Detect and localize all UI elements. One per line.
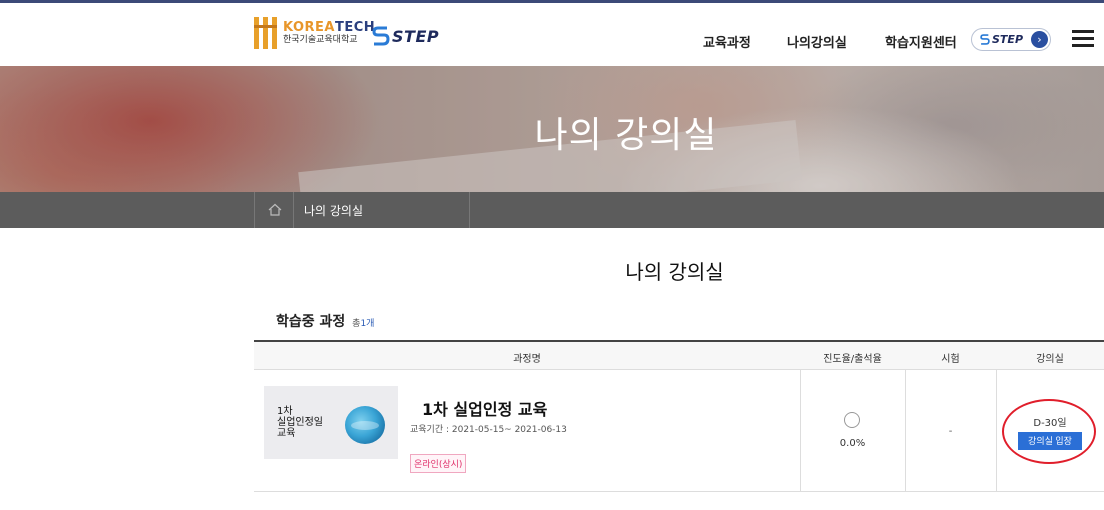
course-table: 과정명 진도율/출석율 시험 강의실 1차 실업인정일 교육 1차 실업인정 교… [254,340,1104,492]
highlight-annotation-circle [1002,399,1096,464]
thumbnail-text: 1차 실업인정일 교육 [277,406,323,439]
chevron-right-icon: › [1031,31,1048,48]
nav-courses[interactable]: 교육과정 [703,32,751,51]
breadcrumb: 나의 강의실 [0,192,1104,228]
course-type-badge: 온라인(상시) [410,454,467,473]
section-title: 학습중 과정 총1개 [276,311,374,331]
step-link-button[interactable]: STEP › [971,28,1051,51]
step-button-label: STEP [992,33,1024,46]
logo-ko: 한국기술교육대학교 [283,35,358,45]
step-logo[interactable]: STEP [372,25,439,47]
logo-en-tech: TECH [335,20,376,35]
breadcrumb-home[interactable] [254,192,294,228]
page-title: 나의 강의실 [625,260,724,284]
progress-value: 0.0% [839,438,866,449]
progress-circle-icon [844,412,860,428]
nav-my-classroom[interactable]: 나의강의실 [787,32,847,51]
step-s-small-icon [980,34,990,45]
table-header-row: 과정명 진도율/출석율 시험 강의실 [254,342,1104,370]
section-title-text: 학습중 과정 [276,314,346,330]
course-thumbnail[interactable]: 1차 실업인정일 교육 [264,386,398,459]
header-exam: 시험 [941,354,960,365]
hero-banner: 나의 강의실 [0,66,1104,192]
logo-en-korea: KOREA [283,20,335,35]
table-row: 1차 실업인정일 교육 1차 실업인정 교육 교육기간 : 2021-05-15… [254,370,1104,492]
koreatech-logo[interactable]: KOREATECH 한국기술교육대학교 [254,17,375,49]
exam-value: - [948,426,953,437]
breadcrumb-divider [469,192,470,228]
nav-learning-support[interactable]: 학습지원센터 [885,32,957,51]
koreatech-logo-text: KOREATECH 한국기술교육대학교 [283,21,375,45]
banner-title: 나의 강의실 [534,115,718,156]
course-name[interactable]: 1차 실업인정 교육 [422,396,547,420]
header-classroom: 강의실 [1036,354,1064,365]
header-course-name: 과정명 [513,354,541,365]
step-s-icon [372,26,390,46]
header-progress: 진도율/출석율 [823,354,882,365]
column-divider [800,370,801,492]
step-logo-text: STEP [392,26,440,46]
section-count-value: 1개 [360,319,375,329]
logo-en: KOREATECH [283,21,375,34]
column-divider [996,370,997,492]
breadcrumb-current[interactable]: 나의 강의실 [304,202,363,219]
koreatech-emblem-icon [254,17,278,49]
home-icon [268,203,282,216]
menu-hamburger-icon[interactable] [1072,30,1094,48]
course-period: 교육기간 : 2021-05-15~ 2021-06-13 [410,425,567,435]
globe-icon [345,406,385,444]
site-header: KOREATECH 한국기술교육대학교 STEP 교육과정 나의강의실 학습지원… [0,3,1104,66]
